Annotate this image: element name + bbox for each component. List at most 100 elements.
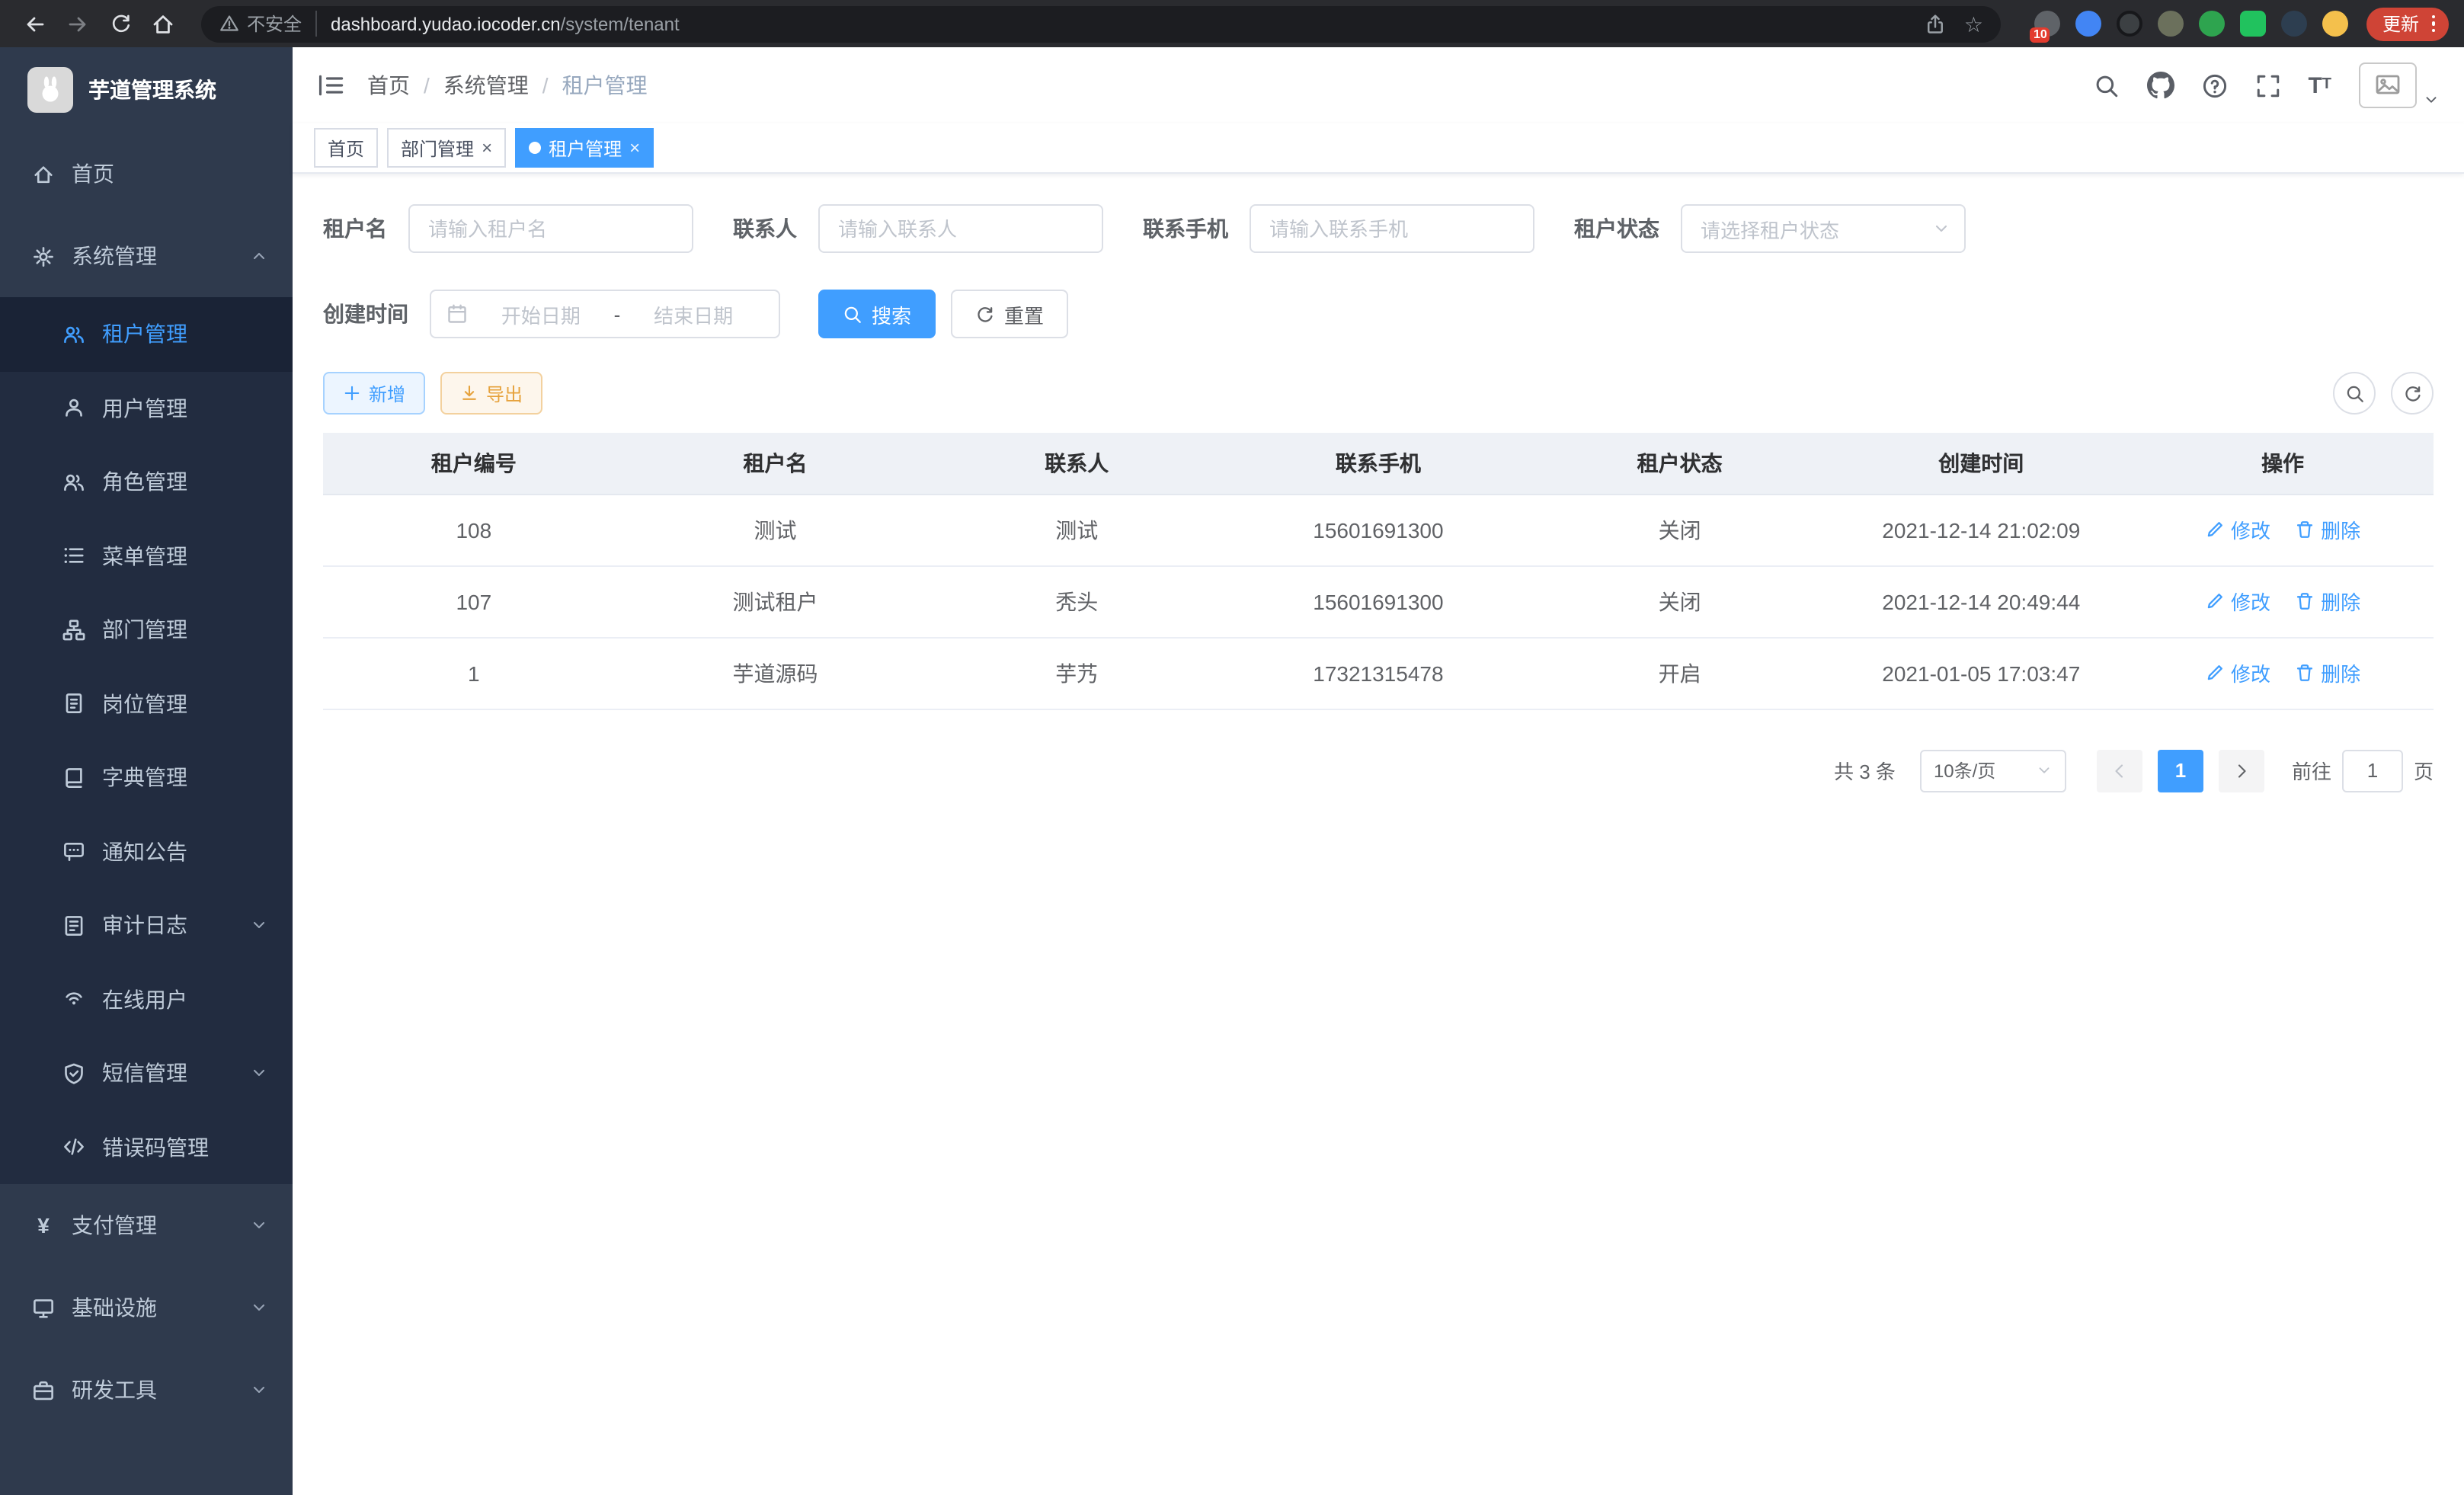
page-size-select[interactable]: 10条/页 xyxy=(1920,749,2066,792)
share-icon[interactable] xyxy=(1925,13,1946,34)
browser-back-button[interactable] xyxy=(15,4,55,43)
end-date-placeholder: 结束日期 xyxy=(623,299,763,328)
tab-dept[interactable]: 部门管理 × xyxy=(387,128,506,168)
close-icon[interactable]: × xyxy=(482,139,492,157)
extension-icon-puzzle[interactable] xyxy=(2282,11,2308,37)
phone-input[interactable] xyxy=(1250,204,1534,253)
browser-update-button[interactable]: 更新 xyxy=(2367,7,2449,40)
sidebar-item-system[interactable]: 系统管理 xyxy=(0,215,293,297)
rabbit-logo-icon xyxy=(35,75,66,105)
breadcrumb-home[interactable]: 首页 xyxy=(367,70,410,101)
tab-home[interactable]: 首页 xyxy=(314,128,378,168)
sidebar-item-menu[interactable]: 菜单管理 xyxy=(0,519,293,593)
header: 首页 / 系统管理 / 租户管理 xyxy=(293,47,2464,123)
bookmark-star-icon[interactable]: ☆ xyxy=(1964,13,1983,34)
user-menu[interactable] xyxy=(2359,62,2440,108)
date-range-picker[interactable]: 开始日期 - 结束日期 xyxy=(430,290,780,338)
code-icon xyxy=(62,1136,85,1159)
export-button[interactable]: 导出 xyxy=(440,372,542,415)
security-label: 不安全 xyxy=(247,11,302,37)
status-text: 关闭 xyxy=(1529,565,1831,637)
sidebar-item-dict[interactable]: 字典管理 xyxy=(0,741,293,815)
browser-reload-button[interactable] xyxy=(101,4,140,43)
chevron-down-icon xyxy=(250,917,268,935)
prev-page-button[interactable] xyxy=(2097,749,2142,792)
chevron-down-icon xyxy=(1932,219,1950,238)
download-icon xyxy=(460,384,478,402)
extension-icon-green[interactable] xyxy=(2200,11,2226,37)
status-select[interactable]: 请选择租户状态 xyxy=(1681,204,1966,253)
github-link[interactable] xyxy=(2146,72,2174,99)
edit-link[interactable]: 修改 xyxy=(2205,587,2270,616)
header-search-button[interactable] xyxy=(2093,72,2119,98)
security-status[interactable]: 不安全 xyxy=(219,11,317,37)
breadcrumb-system[interactable]: 系统管理 xyxy=(443,70,529,101)
search-button[interactable]: 搜索 xyxy=(818,290,936,338)
add-button[interactable]: 新增 xyxy=(323,372,425,415)
broken-image-icon xyxy=(2376,75,2400,96)
edit-link[interactable]: 修改 xyxy=(2205,658,2270,687)
sidebar-item-user[interactable]: 用户管理 xyxy=(0,371,293,445)
sidebar-item-online[interactable]: 在线用户 xyxy=(0,962,293,1036)
breadcrumb-current: 租户管理 xyxy=(562,70,648,101)
sidebar-item-pay[interactable]: ¥ 支付管理 xyxy=(0,1184,293,1266)
fullscreen-button[interactable] xyxy=(2254,72,2280,98)
logo[interactable]: 芋道管理系统 xyxy=(0,47,293,133)
extension-icon-blue[interactable] xyxy=(2076,11,2102,37)
tab-tenant[interactable]: 租户管理 × xyxy=(515,128,654,168)
table-toolbar: 新增 导出 xyxy=(293,338,2464,415)
question-circle-icon xyxy=(2201,72,2227,98)
extension-icon-olive[interactable] xyxy=(2158,11,2184,37)
extension-icon-chat[interactable] xyxy=(2241,11,2267,37)
sidebar-item-errcode[interactable]: 错误码管理 xyxy=(0,1110,293,1184)
col-tenant-id: 租户编号 xyxy=(323,433,625,494)
yen-icon: ¥ xyxy=(32,1213,55,1237)
forward-arrow-icon xyxy=(66,11,90,36)
address-bar[interactable]: 不安全 dashboard.yudao.iocoder.cn /system/t… xyxy=(201,5,2002,42)
close-icon[interactable]: × xyxy=(629,139,640,157)
tenant-name-input[interactable] xyxy=(408,204,693,253)
tenants-icon xyxy=(62,323,85,346)
extension-icon-dark[interactable] xyxy=(2117,11,2143,37)
refresh-icon xyxy=(975,304,995,324)
github-icon xyxy=(2146,72,2174,99)
browser-home-button[interactable] xyxy=(143,4,183,43)
status-text: 关闭 xyxy=(1529,494,1831,565)
col-created: 创建时间 xyxy=(1830,433,2132,494)
sidebar-item-tenant[interactable]: 租户管理 xyxy=(0,297,293,371)
sidebar-item-dept[interactable]: 部门管理 xyxy=(0,593,293,667)
page-number-1[interactable]: 1 xyxy=(2158,749,2203,792)
sidebar-item-notice[interactable]: 通知公告 xyxy=(0,815,293,888)
sidebar-toggle[interactable] xyxy=(317,72,344,99)
edit-link[interactable]: 修改 xyxy=(2205,515,2270,544)
table-row: 1 芋道源码 芋艿 17321315478 开启 2021-01-05 17:0… xyxy=(323,637,2434,709)
refresh-table-button[interactable] xyxy=(2391,372,2434,415)
browser-forward-button[interactable] xyxy=(58,4,98,43)
delete-link[interactable]: 删除 xyxy=(2295,587,2360,616)
sidebar-item-auditlog[interactable]: 审计日志 xyxy=(0,888,293,962)
sidebar-item-devtool[interactable]: 研发工具 xyxy=(0,1349,293,1431)
fullscreen-icon xyxy=(2254,72,2280,98)
reset-button[interactable]: 重置 xyxy=(951,290,1068,338)
sidebar-item-role[interactable]: 角色管理 xyxy=(0,445,293,519)
profile-avatar[interactable] xyxy=(2323,11,2349,37)
help-button[interactable] xyxy=(2201,72,2227,98)
tags-view: 首页 部门管理 × 租户管理 × xyxy=(293,123,2464,174)
toggle-search-button[interactable] xyxy=(2333,372,2376,415)
sidebar-item-home[interactable]: 首页 xyxy=(0,133,293,215)
refresh-icon xyxy=(2402,383,2422,403)
sidebar-item-post[interactable]: 岗位管理 xyxy=(0,667,293,741)
font-size-button[interactable]: TT xyxy=(2308,74,2331,97)
extension-icon-pin[interactable]: 10 xyxy=(2035,11,2061,37)
delete-link[interactable]: 删除 xyxy=(2295,658,2360,687)
browser-menu-icon[interactable] xyxy=(2427,15,2440,33)
document-edit-icon xyxy=(62,914,85,937)
delete-link[interactable]: 删除 xyxy=(2295,515,2360,544)
sidebar-item-infra[interactable]: 基础设施 xyxy=(0,1266,293,1349)
contact-input[interactable] xyxy=(818,204,1103,253)
goto-page-input[interactable] xyxy=(2342,749,2403,792)
trash-icon xyxy=(2295,663,2315,683)
next-page-button[interactable] xyxy=(2219,749,2264,792)
sidebar-item-sms[interactable]: 短信管理 xyxy=(0,1036,293,1110)
chevron-down-icon xyxy=(250,1298,268,1317)
